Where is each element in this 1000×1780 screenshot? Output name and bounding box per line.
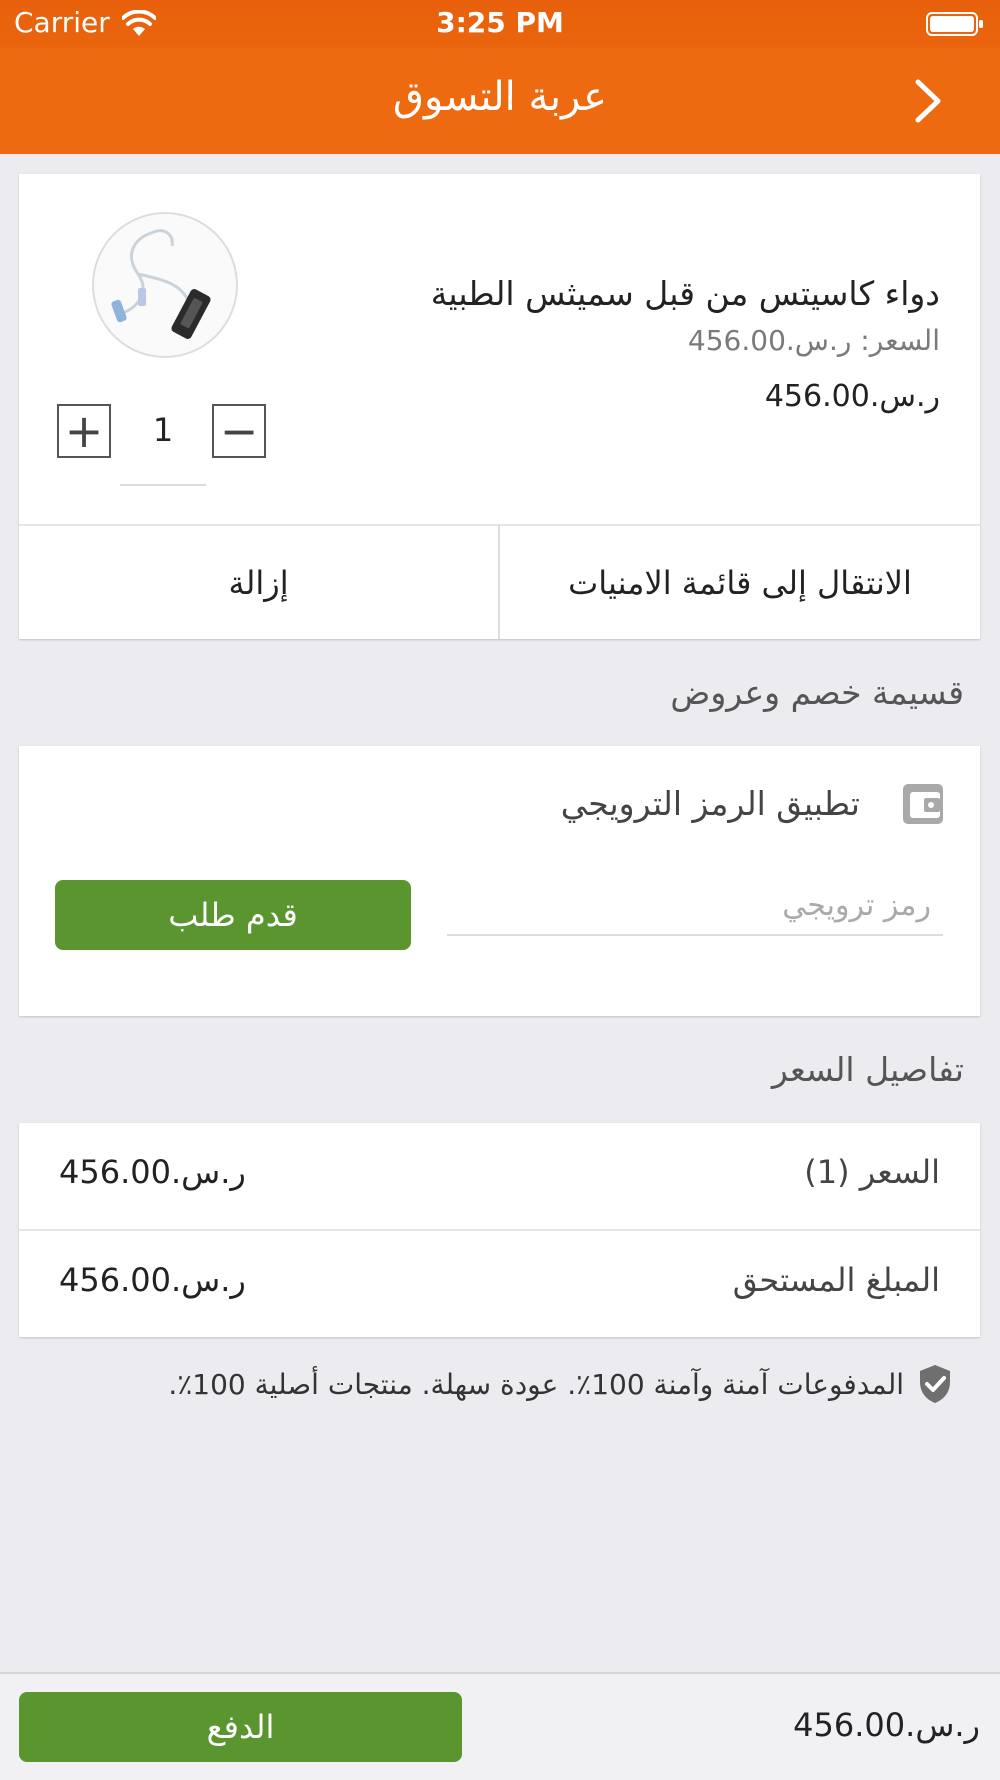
checkout-total: ر.س.456.00 — [793, 1706, 980, 1744]
amount-due-label: المبلغ المستحق — [732, 1261, 940, 1299]
secure-payment-text: المدفوعات آمنة وآمنة 100٪. عودة سهلة. من… — [168, 1367, 904, 1401]
price-row-value: ر.س.456.00 — [59, 1153, 246, 1191]
product-unit-price: السعر: ر.س.456.00 — [687, 324, 940, 357]
chevron-right-icon[interactable] — [908, 78, 948, 124]
price-details-title: تفاصيل السعر — [771, 1050, 964, 1089]
status-bar: Carrier 3:25 PM — [0, 0, 1000, 48]
price-row: السعر (1) ر.س.456.00 — [19, 1123, 980, 1229]
coupons-section-title: قسيمة خصم وعروض — [670, 673, 964, 712]
shield-check-icon — [920, 1365, 950, 1403]
minus-icon: − — [219, 404, 259, 458]
increase-quantity-button[interactable]: + — [57, 404, 111, 458]
battery-icon — [926, 12, 983, 36]
product-total-price: ر.س.456.00 — [764, 379, 940, 414]
page-title: عربة التسوق — [393, 74, 607, 120]
quantity-value[interactable]: 1 — [120, 402, 206, 458]
pay-button[interactable]: الدفع — [19, 1692, 462, 1762]
promo-card: تطبيق الرمز الترويجي قدم طلب — [19, 746, 980, 1016]
cart-item-card: دواء كاسيتس من قبل سميثس الطبية السعر: ر… — [19, 174, 980, 639]
product-name[interactable]: دواء كاسيتس من قبل سميثس الطبية — [431, 274, 940, 313]
status-time: 3:25 PM — [436, 6, 564, 39]
remove-button[interactable]: إزالة — [19, 526, 498, 639]
promo-code-label: تطبيق الرمز الترويجي — [560, 784, 860, 823]
plus-icon: + — [64, 404, 104, 458]
product-image[interactable] — [92, 212, 238, 358]
apply-promo-button[interactable]: قدم طلب — [55, 880, 411, 950]
amount-due-value: ر.س.456.00 — [59, 1261, 246, 1299]
move-to-wishlist-button[interactable]: الانتقال إلى قائمة الامنيات — [500, 526, 980, 639]
quantity-underline — [120, 484, 206, 486]
wallet-icon — [903, 784, 943, 824]
secure-payment-note: المدفوعات آمنة وآمنة 100٪. عودة سهلة. من… — [168, 1364, 952, 1404]
nav-header: عربة التسوق — [0, 48, 1000, 154]
medical-device-image — [111, 229, 211, 339]
price-details-card: السعر (1) ر.س.456.00 المبلغ المستحق ر.س.… — [19, 1123, 980, 1337]
promo-code-input[interactable] — [447, 876, 943, 936]
amount-due-row: المبلغ المستحق ر.س.456.00 — [19, 1231, 980, 1337]
price-row-label: السعر (1) — [804, 1153, 940, 1191]
decrease-quantity-button[interactable]: − — [212, 404, 266, 458]
checkout-bar: الدفع ر.س.456.00 — [0, 1672, 1000, 1780]
